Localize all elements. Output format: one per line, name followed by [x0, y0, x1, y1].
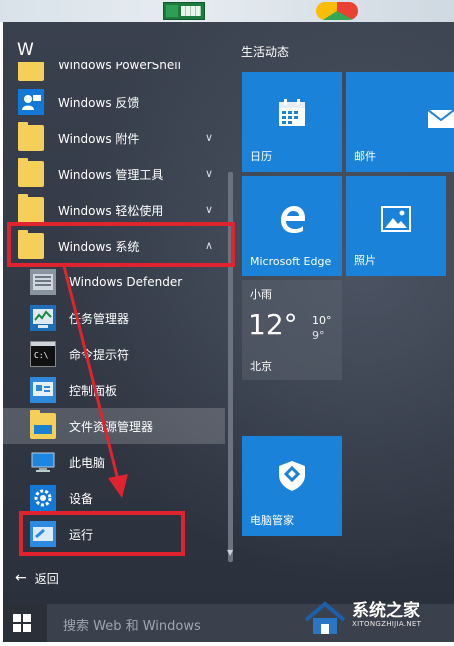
annotation-arrow	[62, 265, 128, 498]
watermark: 系统之家 XITONGZHIJIA.NET	[292, 592, 454, 642]
watermark-logo	[304, 601, 346, 634]
watermark-title: 系统之家	[352, 601, 420, 621]
watermark-url: XITONGZHIJIA.NET	[352, 620, 422, 628]
